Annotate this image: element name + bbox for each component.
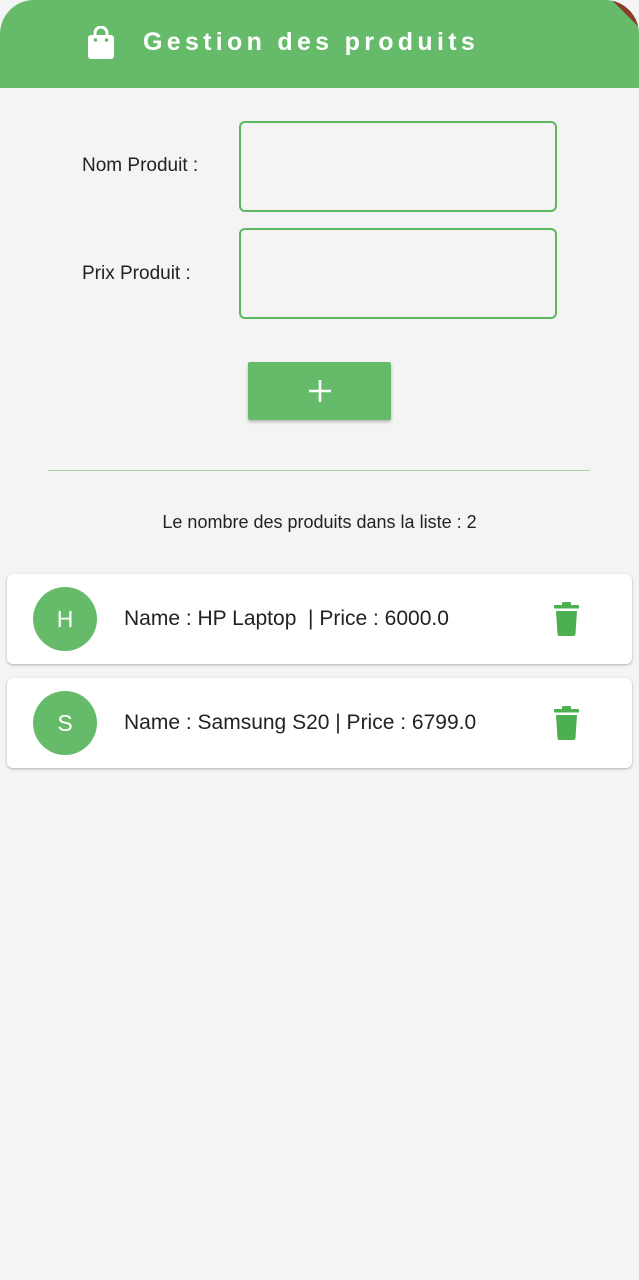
- name-label: Nom Produit :: [82, 155, 199, 176]
- product-price-input[interactable]: [239, 228, 557, 319]
- product-info: Name : Samsung S20 | Price : 6799.0: [124, 711, 477, 734]
- shopping-bag-icon: [88, 26, 114, 59]
- product-info: Name : HP Laptop | Price : 6000.0: [124, 607, 449, 630]
- price-label: Prix Produit :: [82, 263, 191, 284]
- add-product-button[interactable]: [248, 362, 391, 420]
- product-card[interactable]: H Name : HP Laptop | Price : 6000.0: [7, 574, 632, 664]
- product-name-input[interactable]: [239, 121, 557, 212]
- product-count-text: Le nombre des produits dans la liste : 2: [162, 512, 477, 532]
- app-screen: Gestion des produits Nom Produit : Prix …: [0, 0, 639, 1280]
- trash-icon[interactable]: [554, 602, 579, 636]
- product-avatar: H: [33, 587, 97, 651]
- product-card[interactable]: S Name : Samsung S20 | Price : 6799.0: [7, 678, 632, 768]
- plus-icon: [308, 380, 331, 402]
- divider: [48, 470, 590, 471]
- product-avatar: S: [33, 691, 97, 755]
- trash-icon[interactable]: [554, 706, 579, 740]
- app-bar: Gestion des produits: [0, 0, 639, 88]
- debug-banner: [602, 0, 639, 41]
- app-title: Gestion des produits: [143, 28, 480, 56]
